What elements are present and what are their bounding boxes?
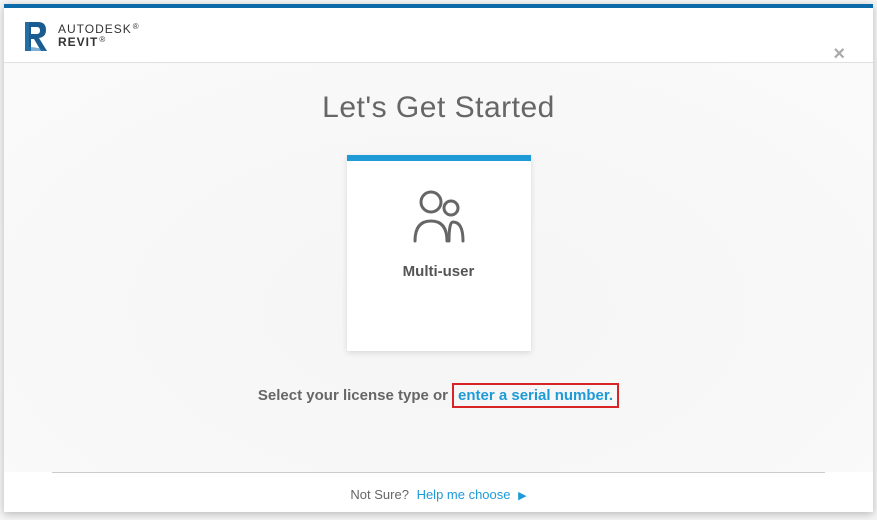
card-label: Multi-user <box>403 263 475 280</box>
close-button[interactable]: × <box>833 44 845 64</box>
revit-logo-icon <box>22 20 50 52</box>
multi-user-card[interactable]: Multi-user <box>347 155 531 351</box>
dialog-window: AUTODESK REVIT × Let's Get Started Multi… <box>4 4 873 512</box>
enter-serial-link[interactable]: enter a serial number. <box>452 383 619 408</box>
header-bar: AUTODESK REVIT × <box>4 8 873 63</box>
footer-prefix: Not Sure? <box>350 487 409 502</box>
multi-user-icon <box>409 189 469 243</box>
help-me-choose-link[interactable]: Help me choose <box>417 487 511 502</box>
brand-text: AUTODESK REVIT <box>58 23 140 48</box>
footer-bar: Not Sure? Help me choose ▶ <box>52 472 825 512</box>
page-title: Let's Get Started <box>322 91 555 125</box>
instruction-text: Select your license type or enter a seri… <box>258 383 619 408</box>
brand-product: REVIT <box>58 36 140 49</box>
chevron-right-icon: ▶ <box>518 490 526 502</box>
main-content: Let's Get Started Multi-user Select your… <box>4 63 873 472</box>
instruction-prefix: Select your license type or <box>258 387 448 404</box>
